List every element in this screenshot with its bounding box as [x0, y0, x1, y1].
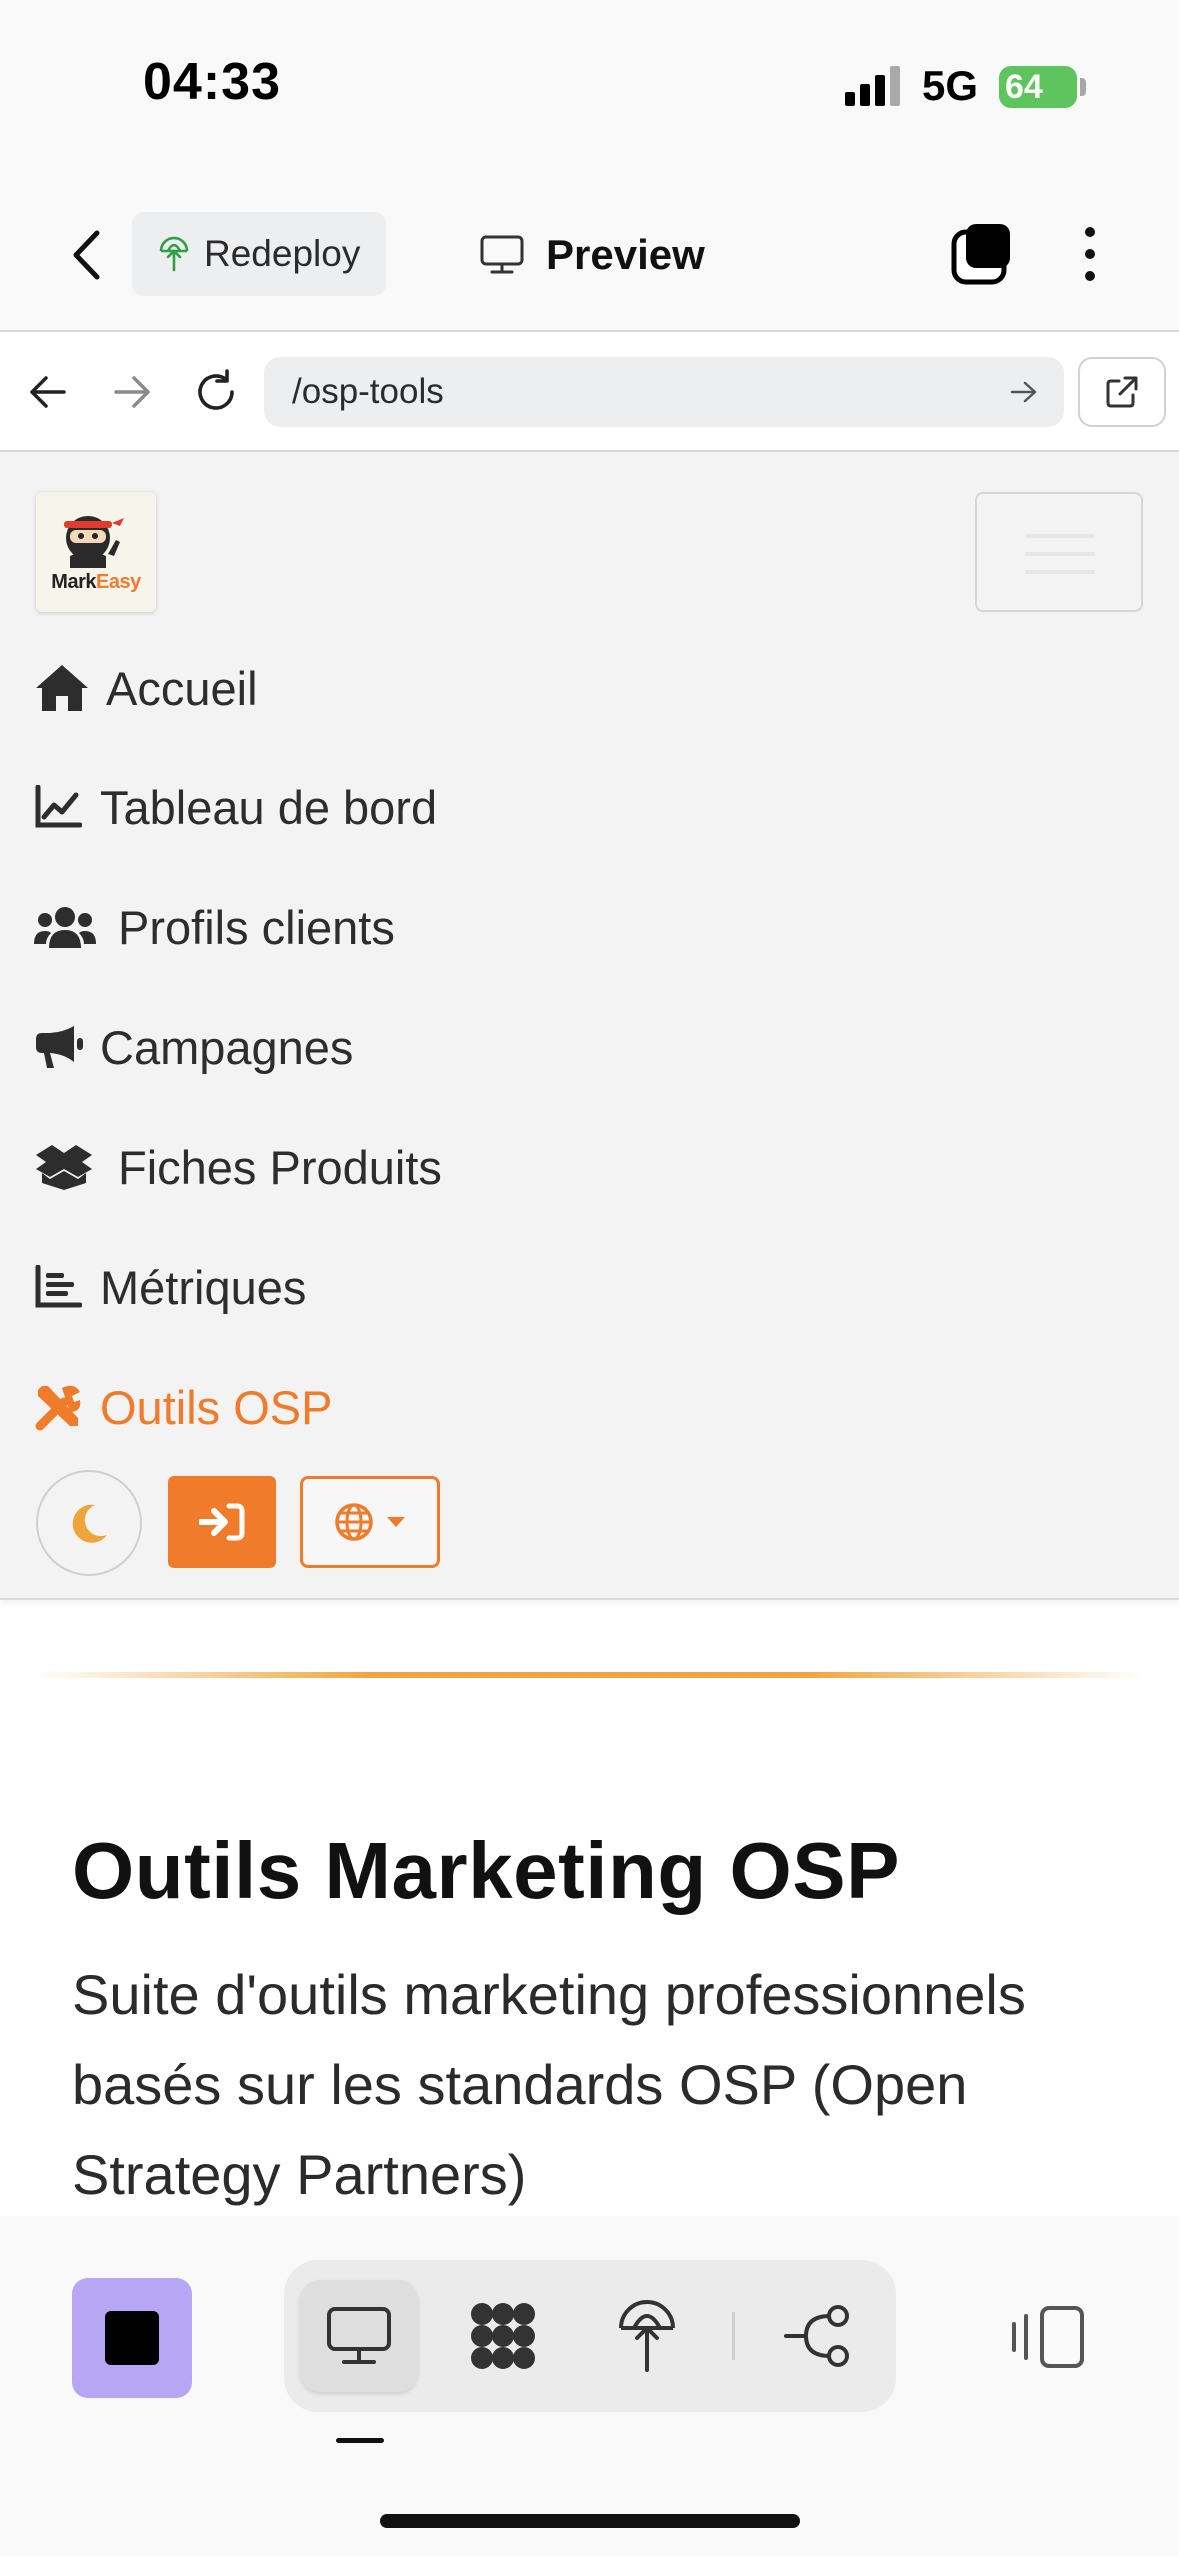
hamburger-line [1025, 570, 1095, 574]
moon-icon [72, 1504, 107, 1543]
nav-label: Campagnes [100, 1020, 354, 1074]
arrow-left-icon [30, 376, 66, 408]
panel-icon [1012, 2306, 1084, 2368]
redeploy-button[interactable]: Redeploy [132, 212, 386, 296]
bar-chart-icon [34, 1258, 86, 1316]
vertical-dots-icon [1085, 227, 1095, 281]
nav-label: Profils clients [118, 900, 395, 954]
battery-cap [1080, 78, 1086, 96]
branch-nodes-icon [784, 2305, 849, 2367]
logo-text: MarkEasy [51, 571, 141, 593]
deploy-icon [158, 236, 190, 272]
open-external-button[interactable] [1078, 357, 1166, 427]
home-indicator [380, 2514, 800, 2528]
nav-label: Métriques [100, 1260, 307, 1314]
network-type: 5G [922, 62, 979, 109]
url-text: /osp-tools [292, 372, 444, 411]
nav-item-tableau-de-bord[interactable]: Tableau de bord [34, 772, 437, 842]
desktop-view-button[interactable] [300, 2280, 418, 2392]
users-icon [34, 898, 98, 956]
reload-icon [198, 369, 234, 410]
nav-item-outils-osp[interactable]: Outils OSP [34, 1372, 332, 1442]
stop-button[interactable] [72, 2278, 192, 2398]
stop-icon [105, 2311, 159, 2365]
monitor-icon [327, 2307, 391, 2364]
login-button[interactable] [168, 1476, 276, 1568]
chevron-left-icon [73, 230, 100, 280]
segment-separator [732, 2312, 735, 2360]
selected-indicator [336, 2438, 384, 2443]
ninja-mascot-icon [64, 516, 124, 568]
battery-level: 64 [999, 66, 1077, 108]
nav-item-metriques[interactable]: Métriques [34, 1252, 306, 1322]
menu-toggle-button[interactable] [975, 492, 1143, 612]
back-button[interactable] [58, 220, 114, 290]
more-options-button[interactable] [1070, 222, 1110, 286]
nav-label: Outils OSP [100, 1380, 333, 1434]
deploy-icon [619, 2300, 675, 2372]
reload-button[interactable] [184, 360, 248, 424]
nav-label: Accueil [106, 661, 258, 715]
tabs-button[interactable] [950, 222, 1014, 286]
browser-back-button[interactable] [16, 360, 80, 424]
browser-forward-button[interactable] [100, 360, 164, 424]
theme-toggle-button[interactable] [36, 1470, 142, 1576]
go-arrow-icon[interactable] [1010, 380, 1038, 404]
preview-label: Preview [546, 231, 705, 278]
nav-label: Fiches Produits [118, 1140, 442, 1194]
section-divider [36, 1672, 1143, 1678]
cellular-signal-icon [845, 66, 905, 106]
arrow-right-icon [114, 376, 150, 408]
monitor-icon [480, 235, 524, 275]
console-view-button[interactable] [444, 2280, 562, 2392]
caret-down-icon [387, 1517, 405, 1527]
nav-label: Tableau de bord [100, 780, 438, 834]
overlapping-squares-icon [951, 224, 1010, 285]
home-icon [34, 659, 92, 717]
page-subtitle: Suite d'outils marketing professionnels … [72, 1963, 1026, 2206]
external-link-icon [1106, 376, 1138, 408]
url-field[interactable]: /osp-tools [264, 357, 1064, 427]
language-select[interactable] [300, 1476, 440, 1568]
globe-icon [335, 1503, 373, 1541]
tools-icon [34, 1378, 86, 1436]
megaphone-icon [34, 1018, 86, 1076]
cluster-icon [471, 2303, 535, 2369]
workflow-view-button[interactable] [760, 2280, 878, 2392]
sign-in-icon [199, 1503, 245, 1541]
redeploy-label: Redeploy [204, 233, 361, 274]
status-time: 04:33 [143, 53, 281, 111]
chart-line-icon [34, 778, 86, 836]
markeasy-logo[interactable]: MarkEasy [36, 492, 156, 612]
preview-tab[interactable]: Preview [480, 222, 705, 288]
nav-item-profils-clients[interactable]: Profils clients [34, 892, 395, 962]
deploy-view-button[interactable] [588, 2280, 706, 2392]
box-open-icon [34, 1138, 98, 1196]
hamburger-line [1025, 552, 1095, 556]
nav-item-accueil[interactable]: Accueil [34, 653, 258, 723]
nav-item-campagnes[interactable]: Campagnes [34, 1012, 353, 1082]
nav-item-fiches-produits[interactable]: Fiches Produits [34, 1132, 442, 1202]
hamburger-line [1025, 534, 1095, 538]
page-title: Outils Marketing OSP [72, 1826, 900, 1915]
side-panel-button[interactable] [1008, 2302, 1088, 2372]
